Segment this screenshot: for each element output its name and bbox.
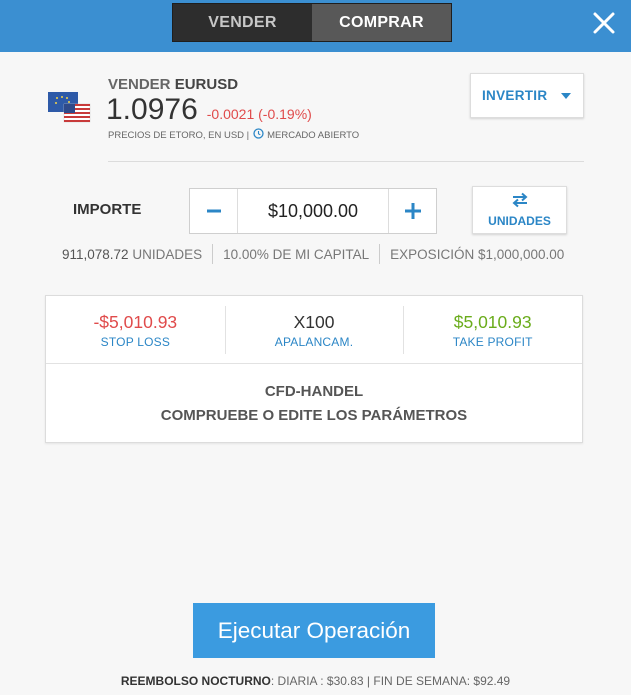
overnight-fee-details: : DIARIA : $30.83 | FIN DE SEMANA: $92.4… xyxy=(270,674,511,688)
sell-tab[interactable]: VENDER xyxy=(173,4,312,41)
stop-loss-value: -$5,010.93 xyxy=(93,312,178,332)
cfd-note-subtitle: COMPRUEBE O EDITE LOS PARÁMETROS xyxy=(160,407,468,424)
stop-loss-label: STOP LOSS xyxy=(100,335,171,349)
eu-us-flags-icon xyxy=(48,92,92,124)
invert-label: INVERTIR xyxy=(482,88,548,103)
units-label: UNIDADES xyxy=(488,214,551,228)
leverage-value: X100 xyxy=(293,312,335,332)
stats-separator xyxy=(379,244,381,264)
position-stats: 911,078.72 UNIDADES 10.00% DE MI CAPITAL… xyxy=(62,244,564,264)
chevron-down-icon xyxy=(561,93,571,99)
decrease-amount-button[interactable] xyxy=(190,189,238,233)
cfd-note: CFD-HANDEL COMPRUEBE O EDITE LOS PARÁMET… xyxy=(46,380,582,428)
close-icon[interactable] xyxy=(589,8,619,38)
units-toggle-button[interactable]: UNIDADES xyxy=(472,186,567,234)
price-row: 1.0976 -0.0021 (-0.19%) xyxy=(106,93,312,127)
minus-icon xyxy=(206,209,221,213)
invert-dropdown[interactable]: INVERTIR xyxy=(470,73,584,118)
top-bar: VENDER COMPRAR xyxy=(0,0,631,52)
units-value: 911,078.72 xyxy=(62,246,129,262)
overnight-fee-info: REEMBOLSO NOCTURNO: DIARIA : $30.83 | FI… xyxy=(0,674,631,688)
units-stat: 911,078.72 UNIDADES xyxy=(62,247,202,262)
increase-amount-button[interactable] xyxy=(388,189,436,233)
order-side-toggle: VENDER COMPRAR xyxy=(172,3,452,42)
units-stat-label: UNIDADES xyxy=(132,246,203,262)
leverage-label: APALANCAM. xyxy=(274,335,354,349)
instrument-title: VENDER EURUSD xyxy=(108,76,238,93)
buy-tab[interactable]: COMPRAR xyxy=(312,4,451,41)
stop-loss-cell[interactable]: -$5,010.93 STOP LOSS xyxy=(46,296,225,363)
price-source-info: PRECIOS DE ETORO, EN USD | MERCADO ABIER… xyxy=(108,128,359,142)
parameters-row: -$5,010.93 STOP LOSS X100 APALANCAM. $5,… xyxy=(46,296,582,364)
take-profit-cell[interactable]: $5,010.93 TAKE PROFIT xyxy=(403,296,582,363)
exposure-stat: EXPOSICIÓN $1,000,000.00 xyxy=(390,246,565,262)
amount-stepper: $10,000.00 xyxy=(189,188,437,234)
price-source-text: PRECIOS DE ETORO, EN USD | xyxy=(108,129,250,141)
market-status: MERCADO ABIERTO xyxy=(267,129,360,141)
divider xyxy=(108,161,584,162)
instrument-symbol: EURUSD xyxy=(174,76,239,93)
plus-icon xyxy=(404,203,421,219)
order-action: VENDER xyxy=(108,76,171,93)
stats-separator xyxy=(212,244,214,264)
cfd-note-title: CFD-HANDEL xyxy=(264,383,364,400)
take-profit-label: TAKE PROFIT xyxy=(452,335,533,349)
instrument-price: 1.0976 xyxy=(106,93,198,126)
take-profit-value: $5,010.93 xyxy=(453,312,532,332)
price-change: -0.0021 (-0.19%) xyxy=(206,106,312,122)
trade-parameters-card: -$5,010.93 STOP LOSS X100 APALANCAM. $5,… xyxy=(45,295,583,443)
swap-arrows-icon xyxy=(512,192,528,208)
overnight-fee-title: REEMBOLSO NOCTURNO xyxy=(120,674,271,688)
execute-trade-button[interactable]: Ejecutar Operación xyxy=(193,603,435,658)
amount-input[interactable]: $10,000.00 xyxy=(238,189,388,233)
capital-stat: 10.00% DE MI CAPITAL xyxy=(223,246,370,262)
leverage-cell[interactable]: X100 APALANCAM. xyxy=(224,296,404,363)
amount-label: IMPORTE xyxy=(73,201,142,218)
clock-icon xyxy=(253,128,264,142)
